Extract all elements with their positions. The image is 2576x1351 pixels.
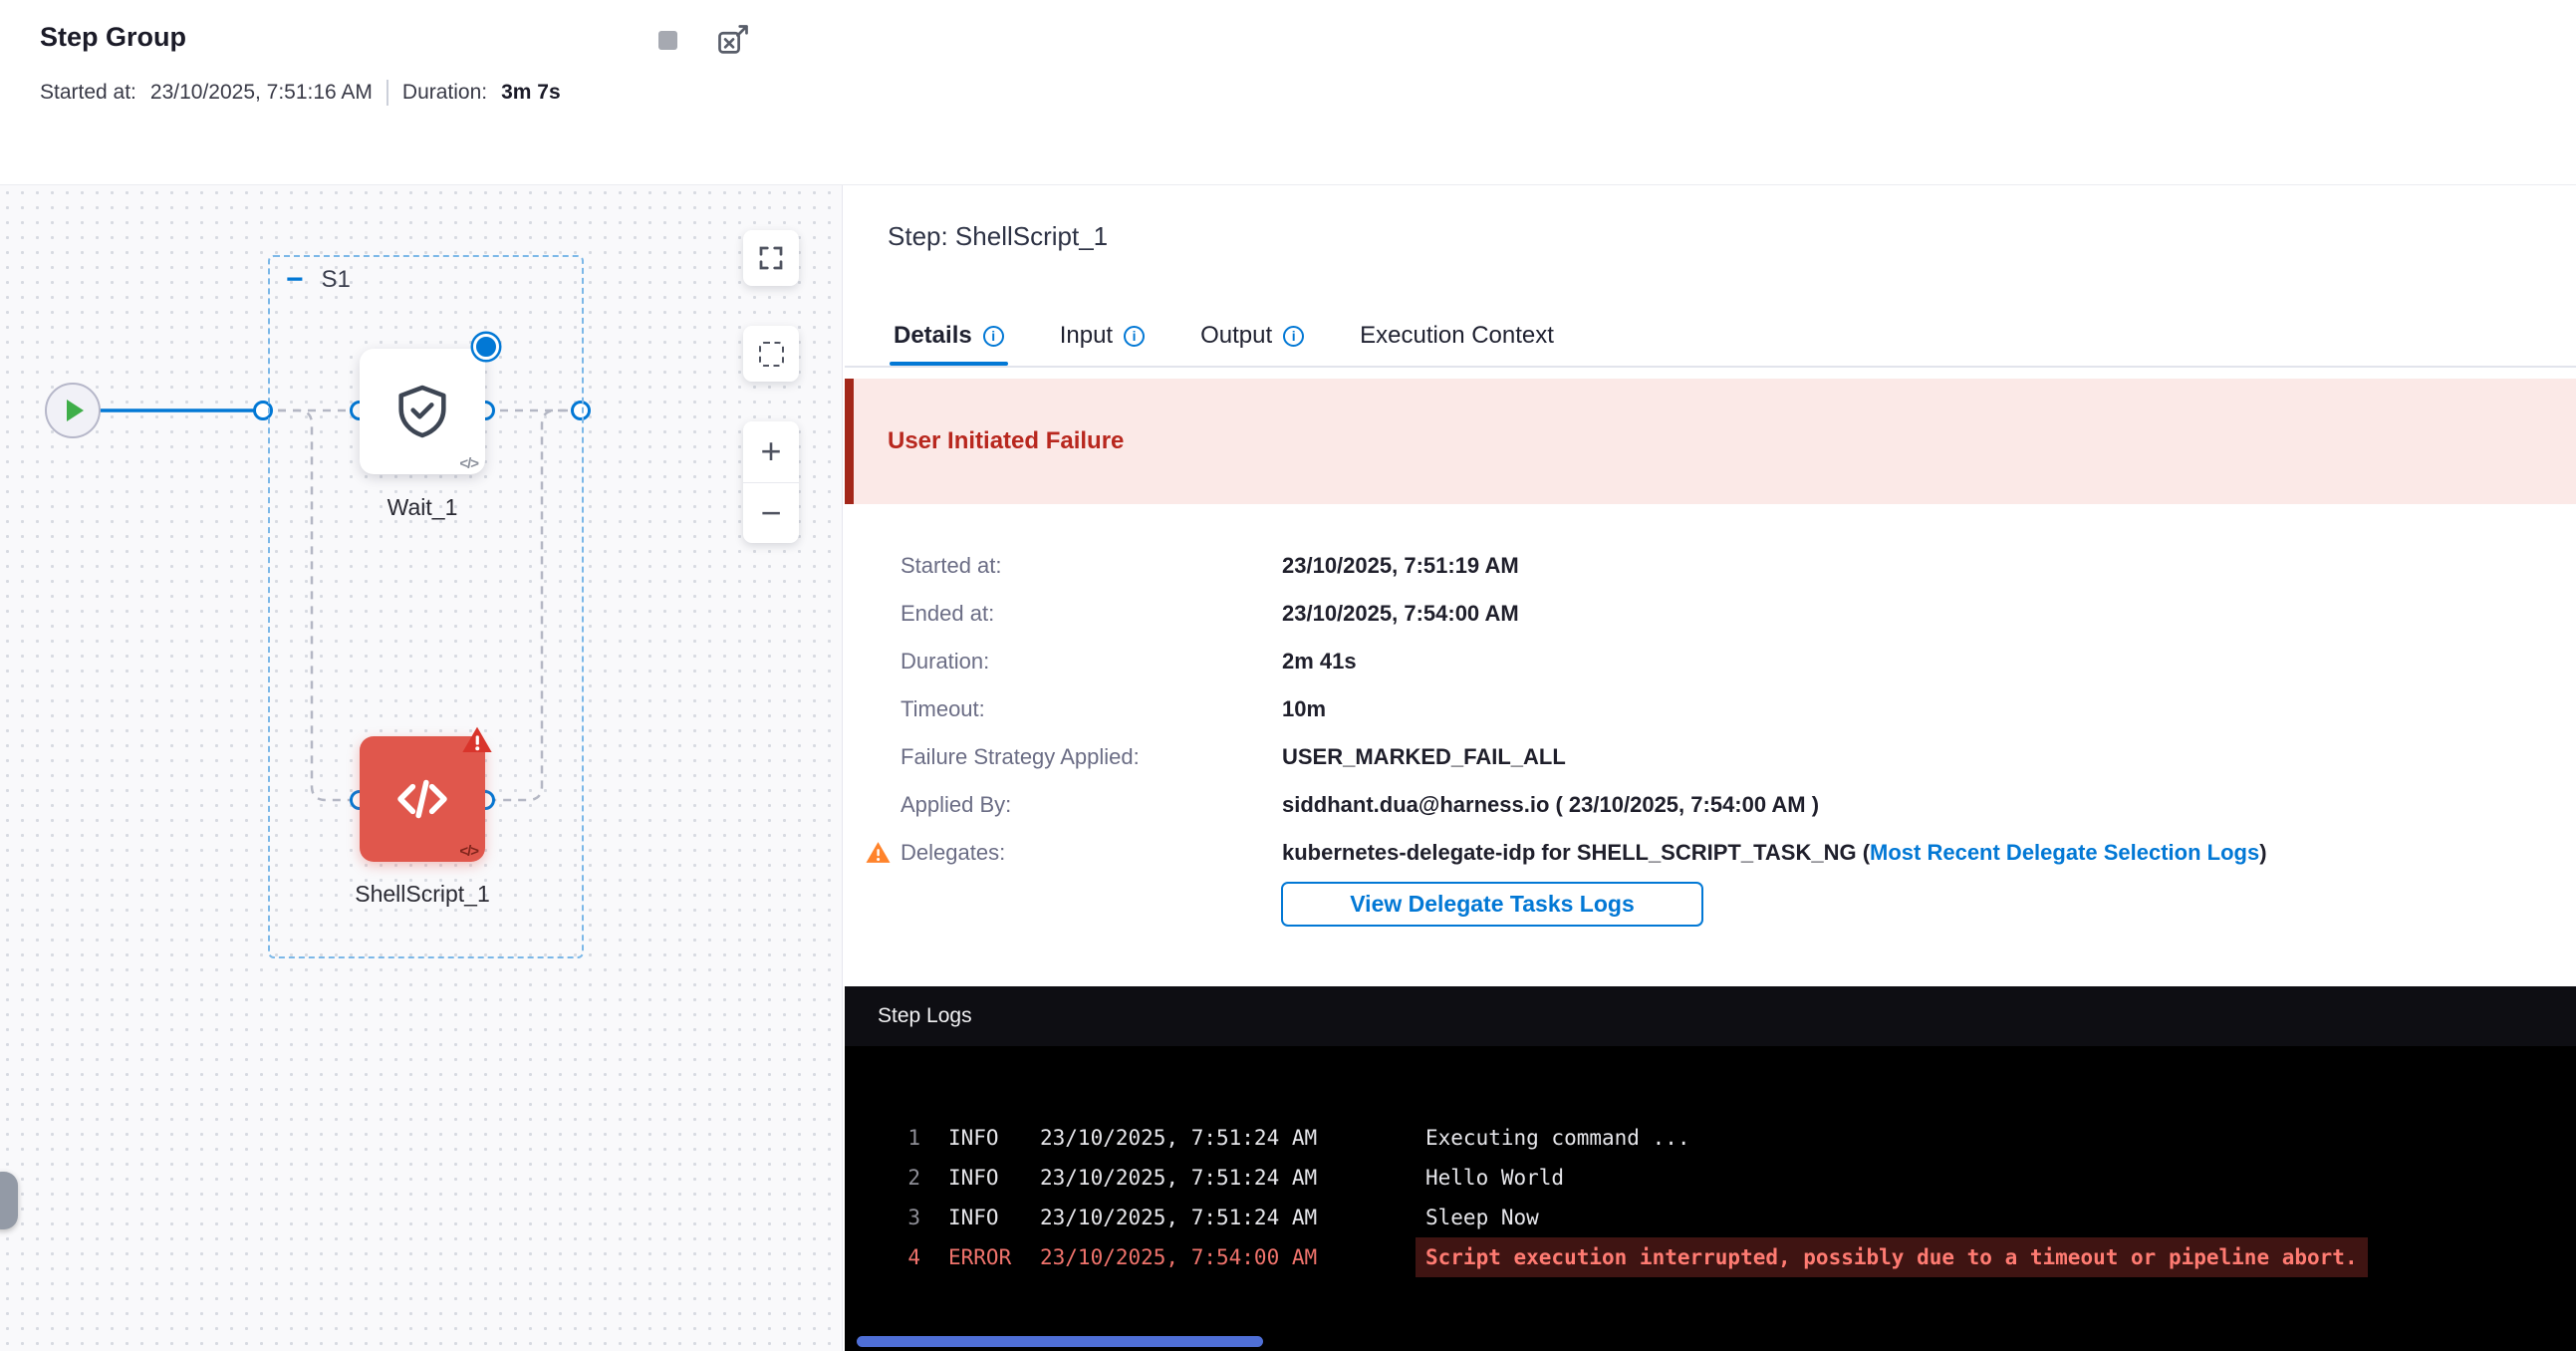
step-logs-title: Step Logs bbox=[878, 1004, 972, 1028]
tab-input[interactable]: Input i bbox=[1060, 306, 1145, 366]
detail-value: USER_MARKED_FAIL_ALL bbox=[1282, 743, 2267, 770]
delegates-value-text: kubernetes-delegate-idp for SHELL_SCRIPT… bbox=[1282, 840, 1870, 865]
detail-value: 23/10/2025, 7:54:00 AM bbox=[1282, 600, 2267, 627]
console-horizontal-scrollbar[interactable] bbox=[857, 1336, 1263, 1347]
dashed-square-glyph bbox=[759, 342, 784, 367]
shield-check-icon bbox=[390, 380, 454, 443]
zoom-controls: + − bbox=[743, 421, 799, 543]
log-message: Script execution interrupted, possibly d… bbox=[1416, 1237, 2368, 1277]
detail-label: Ended at: bbox=[901, 600, 1282, 627]
duration-label: Duration: bbox=[402, 81, 487, 105]
dismiss-graph-icon[interactable] bbox=[711, 18, 755, 62]
delegates-value-suffix: ) bbox=[2259, 840, 2266, 865]
detail-label: Timeout: bbox=[901, 695, 1282, 722]
detail-label: Applied By: bbox=[901, 791, 1282, 818]
delegate-selection-logs-link[interactable]: Most Recent Delegate Selection Logs bbox=[1870, 840, 2259, 865]
step-logs-header: Step Logs bbox=[845, 986, 2576, 1046]
delegates-label-text: Delegates: bbox=[901, 840, 1005, 865]
detail-value: siddhant.dua@harness.io ( 23/10/2025, 7:… bbox=[1282, 791, 2267, 818]
tab-output[interactable]: Output i bbox=[1200, 306, 1304, 366]
log-line-number: 3 bbox=[895, 1198, 920, 1237]
log-level: INFO bbox=[948, 1118, 1014, 1158]
node-label-shellscript-1: ShellScript_1 bbox=[293, 881, 552, 908]
log-line-number: 2 bbox=[895, 1158, 920, 1198]
code-badge-icon: </> bbox=[459, 455, 478, 472]
tab-output-label: Output bbox=[1200, 322, 1272, 350]
play-icon bbox=[67, 400, 84, 421]
started-at-value: 23/10/2025, 7:51:16 AM bbox=[150, 81, 373, 105]
log-message: Sleep Now bbox=[1425, 1198, 1539, 1237]
info-icon[interactable]: i bbox=[983, 326, 1004, 347]
log-level: ERROR bbox=[948, 1237, 1014, 1277]
log-message: Hello World bbox=[1425, 1158, 1564, 1198]
detail-label: Started at: bbox=[901, 552, 1282, 579]
log-timestamp: 23/10/2025, 7:51:24 AM bbox=[1040, 1198, 1323, 1237]
tab-bar: Details i Input i Output i Execution Con… bbox=[894, 306, 1610, 366]
delegates-value: kubernetes-delegate-idp for SHELL_SCRIPT… bbox=[1282, 839, 2267, 866]
detail-label: Failure Strategy Applied: bbox=[901, 743, 1282, 770]
failure-warning-icon bbox=[460, 724, 494, 756]
tab-details-label: Details bbox=[894, 322, 972, 350]
selected-status-dot bbox=[473, 334, 499, 360]
warning-icon bbox=[865, 841, 892, 865]
detail-label: Duration: bbox=[901, 648, 1282, 675]
pipeline-graph-canvas[interactable]: − S1 </> Wait_1 </> ShellScript_1 bbox=[0, 185, 843, 1351]
info-icon[interactable]: i bbox=[1283, 326, 1304, 347]
log-message: Executing command ... bbox=[1425, 1118, 1690, 1158]
meta-divider bbox=[386, 80, 388, 106]
marquee-select-icon[interactable] bbox=[743, 326, 799, 382]
failure-alert-text: User Initiated Failure bbox=[888, 427, 1124, 455]
log-line: 3 INFO 23/10/2025, 7:51:24 AM Sleep Now bbox=[895, 1198, 2576, 1237]
step-logs-section: Step Logs 1 INFO 23/10/2025, 7:51:24 AM … bbox=[845, 986, 2576, 1351]
info-icon[interactable]: i bbox=[1124, 326, 1145, 347]
collapse-group-icon[interactable]: − bbox=[286, 265, 304, 295]
detail-value: 10m bbox=[1282, 695, 2267, 722]
left-drawer-handle[interactable] bbox=[0, 1172, 18, 1229]
fit-to-screen-icon[interactable] bbox=[743, 230, 799, 286]
log-line-error: 4 ERROR 23/10/2025, 7:54:00 AM Script ex… bbox=[895, 1237, 2576, 1277]
step-details-panel: Step: ShellScript_1 Details i Input i Ou… bbox=[845, 185, 2576, 1351]
duration-value: 3m 7s bbox=[501, 81, 561, 105]
tab-execution-context-label: Execution Context bbox=[1360, 322, 1554, 350]
log-timestamp: 23/10/2025, 7:51:24 AM bbox=[1040, 1158, 1323, 1198]
detail-value: 23/10/2025, 7:51:19 AM bbox=[1282, 552, 2267, 579]
zoom-out-button[interactable]: − bbox=[743, 483, 799, 544]
pipeline-start-node[interactable] bbox=[45, 383, 101, 438]
zoom-in-button[interactable]: + bbox=[743, 421, 799, 482]
step-group-s1-header: − S1 bbox=[286, 265, 351, 295]
step-title: Step: ShellScript_1 bbox=[888, 221, 1108, 252]
tabs-divider bbox=[845, 366, 2576, 368]
page-header: Step Group Started at: 23/10/2025, 7:51:… bbox=[0, 0, 2576, 185]
log-line: 1 INFO 23/10/2025, 7:51:24 AM Executing … bbox=[895, 1118, 2576, 1158]
log-timestamp: 23/10/2025, 7:54:00 AM bbox=[1040, 1237, 1323, 1277]
square-glyph bbox=[658, 31, 677, 50]
log-timestamp: 23/10/2025, 7:51:24 AM bbox=[1040, 1118, 1323, 1158]
page-title: Step Group bbox=[40, 22, 186, 53]
node-wait-1[interactable]: </> bbox=[360, 349, 485, 474]
node-label-wait-1: Wait_1 bbox=[293, 494, 552, 521]
view-delegate-tasks-logs-button[interactable]: View Delegate Tasks Logs bbox=[1281, 882, 1703, 927]
log-level: INFO bbox=[948, 1158, 1014, 1198]
code-badge-icon: </> bbox=[459, 843, 478, 860]
tab-execution-context[interactable]: Execution Context bbox=[1360, 306, 1554, 366]
started-at-label: Started at: bbox=[40, 81, 136, 105]
group-label: S1 bbox=[322, 266, 351, 294]
tab-input-label: Input bbox=[1060, 322, 1113, 350]
log-line-number: 4 bbox=[895, 1237, 920, 1277]
log-line: 2 INFO 23/10/2025, 7:51:24 AM Hello Worl… bbox=[895, 1158, 2576, 1198]
log-level: INFO bbox=[948, 1198, 1014, 1237]
stop-square-icon[interactable] bbox=[645, 18, 689, 62]
delegates-label: Delegates: bbox=[901, 839, 1282, 866]
detail-value: 2m 41s bbox=[1282, 648, 2267, 675]
log-line-number: 1 bbox=[895, 1118, 920, 1158]
step-details-list: Started at: 23/10/2025, 7:51:19 AM Ended… bbox=[901, 552, 2267, 866]
log-console[interactable]: 1 INFO 23/10/2025, 7:51:24 AM Executing … bbox=[845, 1046, 2576, 1351]
code-icon bbox=[389, 766, 455, 832]
execution-meta: Started at: 23/10/2025, 7:51:16 AM Durat… bbox=[40, 80, 561, 106]
header-icon-group bbox=[645, 18, 755, 62]
failure-alert-banner: User Initiated Failure bbox=[845, 379, 2576, 504]
tab-details[interactable]: Details i bbox=[894, 306, 1004, 366]
